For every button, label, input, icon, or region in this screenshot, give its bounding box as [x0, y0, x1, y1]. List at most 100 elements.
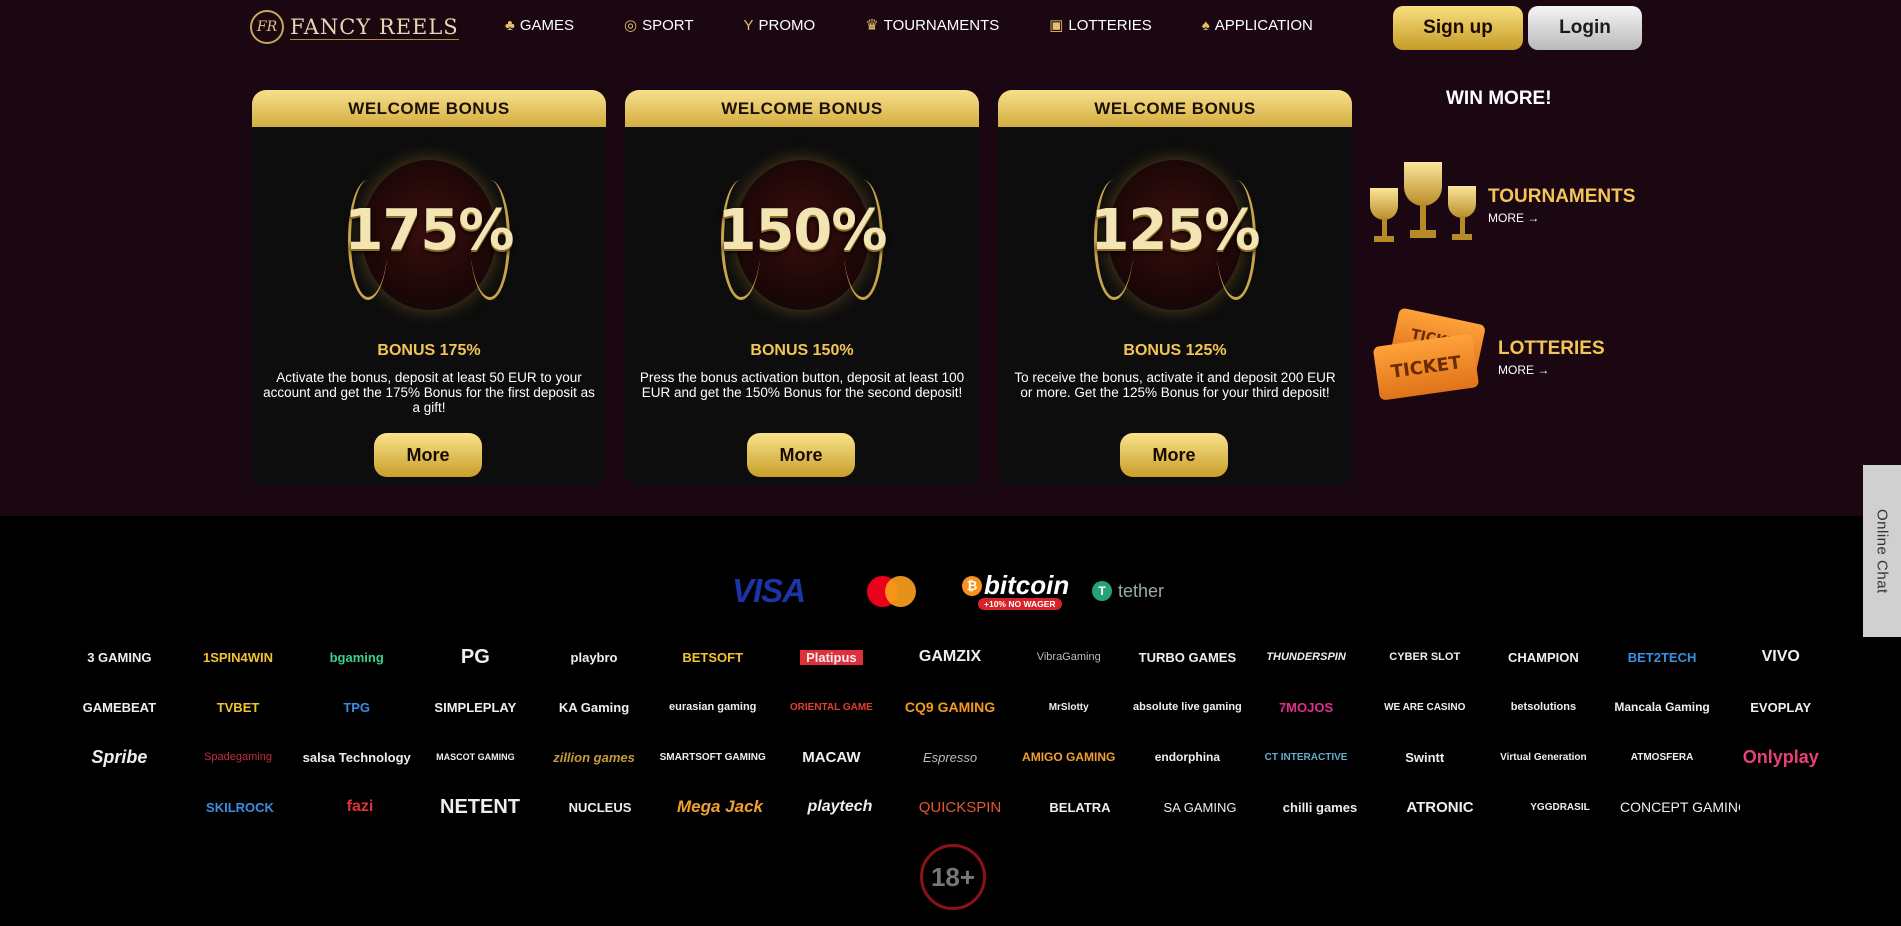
bonus-card: WELCOME BONUS 150% BONUS 150% Press the …	[625, 90, 979, 486]
bitcoin-label: bitcoin	[984, 570, 1070, 600]
provider-logo[interactable]: Swintt	[1365, 750, 1484, 765]
provider-logo[interactable]: ATRONIC	[1380, 799, 1500, 816]
more-button[interactable]: More	[374, 433, 482, 477]
provider-logo[interactable]: playbro	[535, 650, 654, 665]
provider-logo[interactable]: BELATRA	[1020, 800, 1140, 815]
provider-logo[interactable]: CT INTERACTIVE	[1247, 752, 1366, 763]
provider-logo[interactable]: NUCLEUS	[540, 800, 660, 815]
cocktail-icon: Y	[743, 16, 754, 34]
provider-logo[interactable]: SA GAMING	[1140, 800, 1260, 815]
provider-logo[interactable]: SMARTSOFT GAMING	[653, 752, 772, 763]
more-link[interactable]: MORE →	[1488, 211, 1635, 225]
nav-tournaments[interactable]: ♛ TOURNAMENTS	[865, 16, 1000, 35]
bonus-percent: 175%	[344, 198, 514, 263]
provider-logo[interactable]: GAMEBEAT	[60, 700, 179, 715]
provider-logo[interactable]: endorphina	[1128, 750, 1247, 764]
win-label: TOURNAMENTS	[1488, 186, 1636, 207]
win-item-tournaments[interactable]: TOURNAMENTS MORE →	[1368, 158, 1635, 253]
provider-logo[interactable]: Espresso	[891, 750, 1010, 765]
provider-logo[interactable]: TVBET	[179, 700, 298, 715]
bonus-description: Press the bonus activation button, depos…	[639, 370, 965, 400]
provider-logo[interactable]: SKILROCK	[180, 800, 300, 815]
provider-logo[interactable]: absolute live gaming	[1128, 701, 1247, 713]
provider-logo[interactable]: zillion games	[535, 750, 654, 765]
trophy-icon	[1368, 158, 1478, 253]
provider-logo[interactable]: YGGDRASIL	[1500, 802, 1620, 813]
provider-logo[interactable]: salsa Technology	[297, 750, 416, 765]
provider-logo[interactable]: playtech	[780, 798, 900, 816]
provider-logo[interactable]: PG	[416, 646, 535, 669]
nav-lotteries[interactable]: ▣ LOTTERIES	[1049, 16, 1152, 35]
provider-logo[interactable]: QUICKSPIN	[900, 799, 1020, 816]
provider-logo[interactable]: BETSOFT	[653, 650, 772, 665]
provider-logo[interactable]: MACAW	[772, 749, 891, 766]
gift-icon: ▣	[1049, 17, 1064, 34]
provider-logo[interactable]: MASCOT GAMING	[416, 752, 535, 762]
logo[interactable]: FR FANCY REELS	[250, 6, 459, 48]
provider-logo[interactable]: VibraGaming	[1009, 651, 1128, 663]
provider-logo[interactable]: CHAMPION	[1484, 650, 1603, 665]
provider-logo[interactable]: CQ9 GAMING	[891, 699, 1010, 715]
provider-logo[interactable]: TURBO GAMES	[1128, 650, 1247, 665]
bonus-title: BONUS 175%	[377, 342, 481, 359]
provider-logo[interactable]: BET2TECH	[1603, 650, 1722, 665]
signup-button[interactable]: Sign up	[1393, 6, 1523, 50]
nav-sport[interactable]: ◎ SPORT	[624, 16, 694, 35]
provider-logo[interactable]: 7MOJOS	[1247, 700, 1366, 715]
provider-logo[interactable]: 1SPIN4WIN	[179, 650, 298, 665]
provider-logo[interactable]: 3 GAMING	[60, 650, 179, 665]
card-header: WELCOME BONUS	[252, 90, 606, 127]
provider-logo[interactable]: ATMOSFERA	[1603, 752, 1722, 763]
provider-logo[interactable]: Onlyplay	[1721, 747, 1840, 768]
provider-logo[interactable]: TPG	[297, 700, 416, 715]
provider-logo[interactable]: MrSlotty	[1009, 702, 1128, 713]
provider-logo[interactable]: WE ARE CASINO	[1365, 702, 1484, 713]
online-chat-button[interactable]: Online Chat	[1863, 465, 1901, 637]
nav-application[interactable]: ♠ APPLICATION	[1202, 16, 1313, 34]
provider-logo[interactable]: GAMZIX	[891, 648, 1010, 666]
nav-label: TOURNAMENTS	[883, 16, 1000, 34]
provider-logo[interactable]: Spadegaming	[179, 751, 298, 763]
tether-logo: T tether	[1092, 570, 1164, 612]
provider-logo[interactable]: Mancala Gaming	[1603, 700, 1722, 714]
provider-row: GAMEBEAT TVBET TPG SIMPLEPLAY KA Gaming …	[60, 682, 1840, 732]
provider-logo[interactable]: CYBER SLOT	[1365, 651, 1484, 663]
card-header: WELCOME BONUS	[998, 90, 1352, 127]
provider-logo[interactable]: fazi	[300, 798, 420, 816]
chat-label: Online Chat	[1873, 508, 1891, 594]
provider-logo[interactable]: VIVO	[1721, 648, 1840, 666]
bonus-percent: 125%	[1090, 198, 1260, 263]
provider-logo[interactable]: Spribe	[60, 747, 179, 768]
win-item-lotteries[interactable]: TICKET TICKET LOTTERIES MORE →	[1372, 307, 1605, 402]
nav-games[interactable]: ♣ GAMES	[505, 16, 574, 34]
provider-logo[interactable]: eurasian gaming	[653, 701, 772, 713]
ticket-label: TICKET	[1372, 333, 1480, 401]
provider-logo[interactable]: KA Gaming	[535, 700, 654, 715]
nav-promo[interactable]: Y PROMO	[744, 16, 816, 34]
provider-logo[interactable]: Mega Jack	[660, 797, 780, 817]
provider-logo[interactable]: CONCEPT GAMING	[1620, 799, 1740, 815]
bonus-title: BONUS 150%	[750, 342, 854, 359]
provider-logo[interactable]: NETENT	[420, 796, 540, 819]
provider-logo[interactable]: chilli games	[1260, 800, 1380, 815]
login-button[interactable]: Login	[1528, 6, 1642, 50]
provider-logo[interactable]: Platipus	[772, 649, 891, 665]
provider-logo[interactable]: EVOPLAY	[1721, 700, 1840, 715]
provider-logo[interactable]: Virtual Generation	[1484, 752, 1603, 763]
gamepad-icon: ♣	[505, 16, 515, 34]
more-link[interactable]: MORE →	[1498, 363, 1605, 377]
provider-logo[interactable]: ORIENTAL GAME	[772, 702, 891, 713]
bonus-title: BONUS 125%	[1123, 342, 1227, 359]
provider-row: SKILROCK fazi NETENT NUCLEUS Mega Jack p…	[60, 782, 1840, 832]
tether-icon: T	[1092, 581, 1112, 601]
provider-logo[interactable]: bgaming	[297, 650, 416, 665]
provider-logo[interactable]: betsolutions	[1484, 701, 1603, 713]
bonus-description: To receive the bonus, activate it and de…	[1014, 370, 1336, 400]
more-button[interactable]: More	[1120, 433, 1228, 477]
more-button[interactable]: More	[747, 433, 855, 477]
provider-logo[interactable]: AMIGO GAMING	[1009, 750, 1128, 764]
providers-grid: 3 GAMING 1SPIN4WIN bgaming PG playbro BE…	[60, 632, 1840, 832]
bitcoin-tag: +10% NO WAGER	[978, 598, 1062, 610]
provider-logo[interactable]: THUNDERSPIN	[1247, 651, 1366, 663]
provider-logo[interactable]: SIMPLEPLAY	[416, 700, 535, 715]
